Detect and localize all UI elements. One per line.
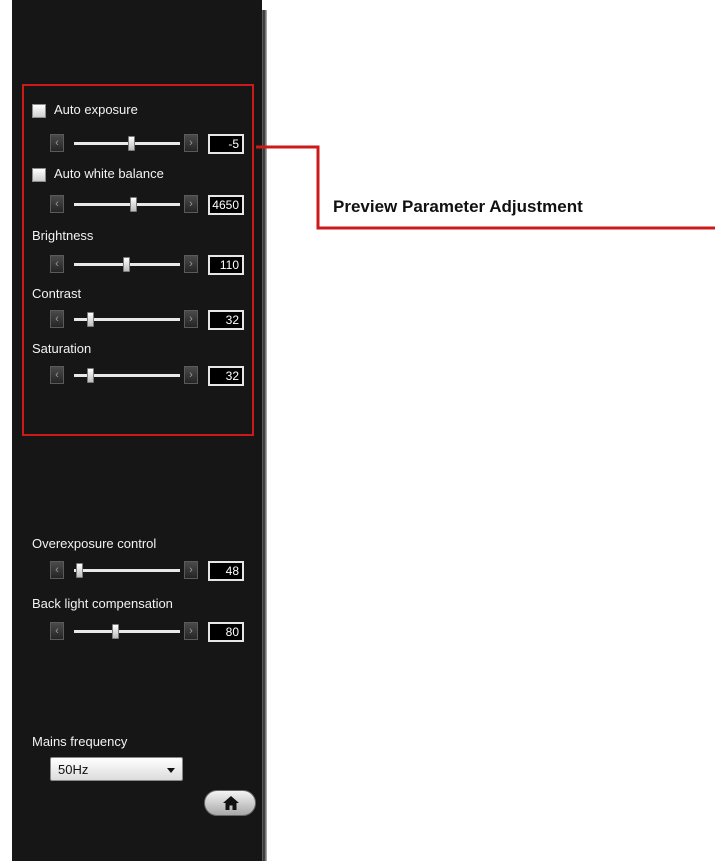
backlight-label: Back light compensation [32,596,173,611]
overexposure-label: Overexposure control [32,536,157,551]
contrast-increase-button[interactable]: › [184,310,198,328]
contrast-label: Contrast [32,286,82,301]
overexposure-slider[interactable]: ‹ › 48 [50,561,250,581]
slider-thumb[interactable] [86,312,94,327]
white-balance-increase-button[interactable]: › [184,195,198,213]
contrast-decrease-button[interactable]: ‹ [50,310,64,328]
white-balance-decrease-button[interactable]: ‹ [50,195,64,213]
mains-frequency-select[interactable]: 50Hz [50,757,183,781]
backlight-decrease-button[interactable]: ‹ [50,622,64,640]
callout-line [256,145,715,230]
overexposure-increase-button[interactable]: › [184,561,198,579]
auto-exposure-value[interactable]: -5 [208,134,244,154]
brightness-increase-button[interactable]: › [184,255,198,273]
saturation-label: Saturation [32,341,92,356]
auto-exposure-increase-button[interactable]: › [184,134,198,152]
backlight-increase-button[interactable]: › [184,622,198,640]
auto-exposure-label: Auto exposure [54,102,138,117]
saturation-slider[interactable]: ‹ › 32 [50,366,250,386]
slider-thumb[interactable] [75,563,83,578]
white-balance-slider[interactable]: ‹ › 4650 [50,195,250,215]
auto-white-balance-label: Auto white balance [54,166,164,181]
slider-thumb[interactable] [122,257,130,272]
auto-white-balance-checkbox[interactable] [32,168,46,182]
slider-track [74,203,180,206]
brightness-decrease-button[interactable]: ‹ [50,255,64,273]
brightness-slider[interactable]: ‹ › 110 [50,255,250,275]
slider-thumb[interactable] [130,197,138,212]
mains-frequency-label: Mains frequency [32,734,128,749]
brightness-value[interactable]: 110 [208,255,244,275]
white-balance-value[interactable]: 4650 [208,195,244,215]
home-button[interactable] [204,790,256,816]
contrast-slider[interactable]: ‹ › 32 [50,310,250,330]
slider-thumb[interactable] [128,136,136,151]
overexposure-value[interactable]: 48 [208,561,244,581]
backlight-value[interactable]: 80 [208,622,244,642]
slider-track [74,569,180,572]
brightness-label: Brightness [32,228,94,243]
auto-exposure-checkbox[interactable] [32,104,46,118]
home-icon [223,796,239,810]
saturation-value[interactable]: 32 [208,366,244,386]
chevron-down-icon [167,768,175,773]
saturation-decrease-button[interactable]: ‹ [50,366,64,384]
overexposure-decrease-button[interactable]: ‹ [50,561,64,579]
auto-exposure-slider[interactable]: ‹ › -5 [50,134,250,154]
mains-frequency-value: 50Hz [58,762,89,777]
slider-track [74,142,180,145]
slider-thumb[interactable] [111,624,119,639]
callout-label: Preview Parameter Adjustment [333,197,583,216]
slider-thumb[interactable] [86,368,94,383]
saturation-increase-button[interactable]: › [184,366,198,384]
backlight-slider[interactable]: ‹ › 80 [50,622,250,642]
auto-exposure-decrease-button[interactable]: ‹ [50,134,64,152]
slider-track [74,630,180,633]
contrast-value[interactable]: 32 [208,310,244,330]
